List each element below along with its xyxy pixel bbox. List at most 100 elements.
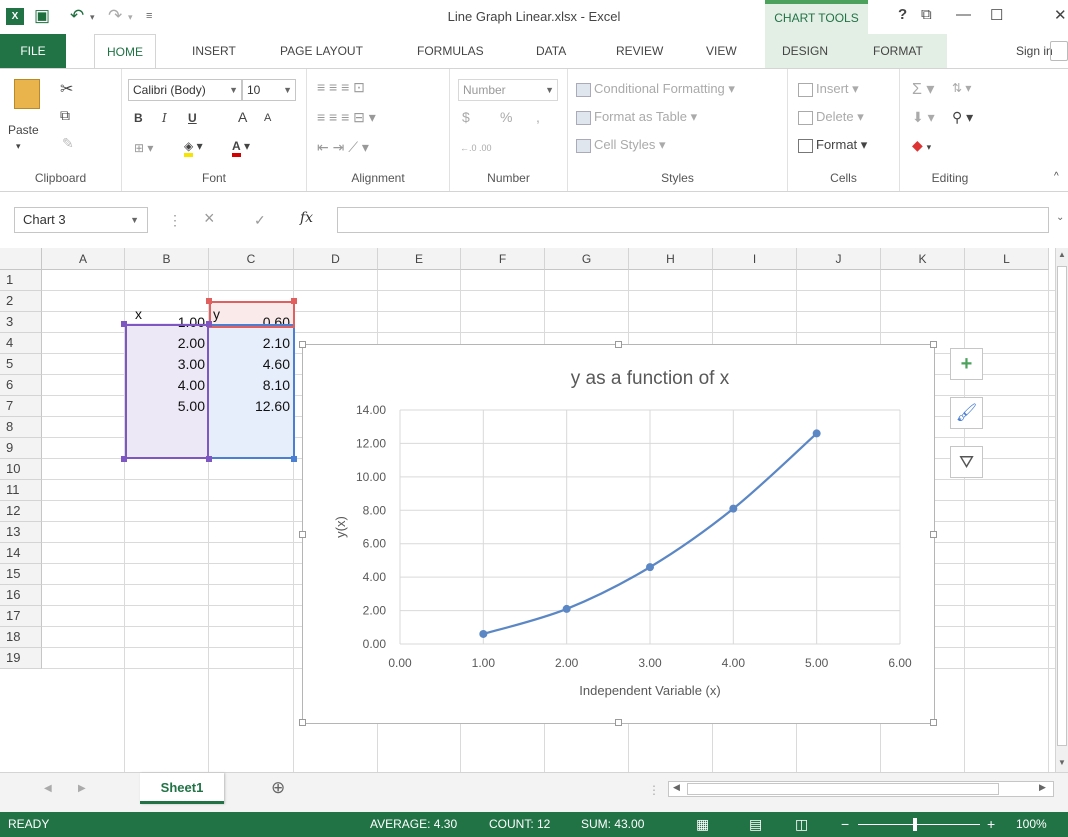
number-format-dropdown[interactable]: Number ▼ bbox=[458, 79, 558, 101]
font-name-dropdown[interactable]: Calibri (Body) ▼ bbox=[128, 79, 242, 101]
top-align-icon[interactable]: ≡ ≡ ≡ ⊡ bbox=[317, 79, 365, 96]
prev-sheet-icon[interactable]: ◀ bbox=[44, 783, 52, 794]
row-header-17[interactable]: 17 bbox=[0, 606, 42, 627]
column-header-i[interactable]: I bbox=[713, 248, 797, 270]
format-as-table-button[interactable]: Format as Table ▾ bbox=[576, 109, 697, 125]
paste-icon[interactable] bbox=[14, 79, 40, 109]
row-header-16[interactable]: 16 bbox=[0, 585, 42, 606]
comma-button[interactable]: , bbox=[536, 109, 540, 125]
insert-function-icon[interactable]: fx bbox=[300, 210, 313, 226]
row-header-11[interactable]: 11 bbox=[0, 480, 42, 501]
scroll-thumb[interactable] bbox=[1057, 266, 1067, 746]
count-status[interactable]: COUNT: 12 bbox=[489, 812, 550, 837]
sheet-tab-sheet1[interactable]: Sheet1 bbox=[140, 773, 224, 804]
fill-color-icon[interactable]: ◈ ▾ bbox=[184, 139, 203, 157]
row-header-15[interactable]: 15 bbox=[0, 564, 42, 585]
zoom-slider-track[interactable] bbox=[858, 824, 980, 825]
increase-decimal-button[interactable]: ←.0 .00 bbox=[460, 143, 492, 153]
range-handle[interactable] bbox=[206, 456, 212, 462]
horizontal-scrollbar[interactable]: ◀ ▶ bbox=[668, 781, 1054, 797]
paste-dropdown-icon[interactable]: ▾ bbox=[16, 141, 21, 152]
collapse-ribbon-icon[interactable]: ^ bbox=[1054, 171, 1059, 182]
scroll-right-icon[interactable]: ▶ bbox=[1039, 782, 1046, 793]
vertical-scrollbar[interactable]: ▲ ▼ bbox=[1055, 248, 1068, 772]
row-header-1[interactable]: 1 bbox=[0, 270, 42, 291]
sum-status[interactable]: SUM: 43.00 bbox=[581, 812, 644, 837]
cut-icon[interactable]: ✂ bbox=[60, 79, 73, 99]
range-handle[interactable] bbox=[291, 298, 297, 304]
paste-button[interactable]: Paste bbox=[8, 123, 39, 137]
help-icon[interactable]: ? bbox=[898, 6, 907, 23]
select-all-corner[interactable] bbox=[0, 248, 42, 270]
scroll-up-icon[interactable]: ▲ bbox=[1058, 250, 1066, 259]
next-sheet-icon[interactable]: ▶ bbox=[78, 783, 86, 794]
copy-icon[interactable]: ⧉ bbox=[60, 107, 70, 124]
insert-cells-button[interactable]: Insert ▾ bbox=[798, 81, 859, 97]
underline-button[interactable]: U bbox=[188, 111, 197, 125]
currency-button[interactable]: $ bbox=[462, 109, 470, 125]
chart-plot[interactable]: 0.00 1.00 2.00 3.00 4.00 5.00 6.00 0.00 2.00 4.00… bbox=[303, 345, 934, 723]
formula-input[interactable] bbox=[337, 207, 1049, 233]
column-header-a[interactable]: A bbox=[42, 248, 125, 270]
splitter-icon[interactable]: ⋮ bbox=[648, 783, 660, 797]
page-break-view-icon[interactable]: ◫ bbox=[795, 812, 808, 837]
percent-button[interactable]: % bbox=[500, 109, 512, 125]
tab-file[interactable]: FILE bbox=[0, 34, 66, 68]
column-header-l[interactable]: L bbox=[965, 248, 1049, 270]
minimize-icon[interactable]: — bbox=[956, 6, 971, 23]
tab-format[interactable]: FORMAT bbox=[873, 34, 923, 68]
name-box[interactable]: Chart 3 ▼ bbox=[14, 207, 148, 233]
format-painter-icon[interactable]: ✎ bbox=[62, 135, 74, 152]
column-header-f[interactable]: F bbox=[461, 248, 545, 270]
new-sheet-icon[interactable]: ⊕ bbox=[271, 778, 285, 798]
row-header-14[interactable]: 14 bbox=[0, 543, 42, 564]
sign-in-link[interactable]: Sign in bbox=[1016, 34, 1053, 68]
tab-review[interactable]: REVIEW bbox=[616, 34, 663, 68]
tab-insert[interactable]: INSERT bbox=[192, 34, 236, 68]
fill-icon[interactable]: ⬇ ▾ bbox=[912, 109, 935, 126]
font-size-dropdown[interactable]: 10 ▼ bbox=[242, 79, 296, 101]
shrink-font-button[interactable]: A bbox=[264, 112, 271, 124]
average-status[interactable]: AVERAGE: 4.30 bbox=[370, 812, 457, 837]
row-header-19[interactable]: 19 bbox=[0, 648, 42, 669]
row-header-6[interactable]: 6 bbox=[0, 375, 42, 396]
normal-view-icon[interactable]: ▦ bbox=[696, 812, 709, 837]
range-handle[interactable] bbox=[206, 321, 212, 327]
zoom-level[interactable]: 100% bbox=[1016, 812, 1047, 837]
tab-design[interactable]: DESIGN bbox=[782, 34, 828, 68]
account-avatar-icon[interactable] bbox=[1050, 41, 1068, 61]
clear-icon[interactable]: ◆ ▾ bbox=[912, 137, 931, 154]
chart-elements-button[interactable]: + bbox=[950, 348, 983, 380]
zoom-out-icon[interactable]: − bbox=[841, 812, 849, 837]
row-header-18[interactable]: 18 bbox=[0, 627, 42, 648]
chart-styles-button[interactable]: 🖌 bbox=[950, 397, 983, 429]
left-align-icon[interactable]: ≡ ≡ ≡ ⊟ ▾ bbox=[317, 109, 376, 126]
page-layout-view-icon[interactable]: ▤ bbox=[749, 812, 762, 837]
range-handle[interactable] bbox=[206, 298, 212, 304]
maximize-icon[interactable]: ☐ bbox=[990, 6, 1003, 24]
font-color-icon[interactable]: A ▾ bbox=[232, 139, 250, 157]
range-handle[interactable] bbox=[121, 456, 127, 462]
bold-button[interactable]: B bbox=[134, 111, 143, 125]
column-header-b[interactable]: B bbox=[125, 248, 209, 270]
borders-icon[interactable]: ⊞ ▾ bbox=[134, 141, 153, 155]
close-icon[interactable]: ✕ bbox=[1054, 6, 1067, 24]
scroll-down-icon[interactable]: ▼ bbox=[1058, 758, 1066, 767]
column-header-d[interactable]: D bbox=[294, 248, 378, 270]
zoom-in-icon[interactable]: + bbox=[987, 812, 995, 837]
row-header-3[interactable]: 3 bbox=[0, 312, 42, 333]
tab-formulas[interactable]: FORMULAS bbox=[417, 34, 484, 68]
ribbon-display-icon[interactable]: ⧉ bbox=[921, 6, 932, 23]
enter-icon[interactable]: ✓ bbox=[254, 212, 266, 229]
row-header-13[interactable]: 13 bbox=[0, 522, 42, 543]
cancel-icon[interactable]: × bbox=[204, 208, 215, 229]
range-handle[interactable] bbox=[291, 456, 297, 462]
grow-font-button[interactable]: A bbox=[238, 109, 247, 125]
scroll-left-icon[interactable]: ◀ bbox=[673, 782, 680, 793]
row-header-12[interactable]: 12 bbox=[0, 501, 42, 522]
range-handle[interactable] bbox=[121, 321, 127, 327]
row-header-9[interactable]: 9 bbox=[0, 438, 42, 459]
row-header-5[interactable]: 5 bbox=[0, 354, 42, 375]
delete-cells-button[interactable]: Delete ▾ bbox=[798, 109, 864, 125]
conditional-formatting-button[interactable]: Conditional Formatting ▾ bbox=[576, 81, 735, 97]
